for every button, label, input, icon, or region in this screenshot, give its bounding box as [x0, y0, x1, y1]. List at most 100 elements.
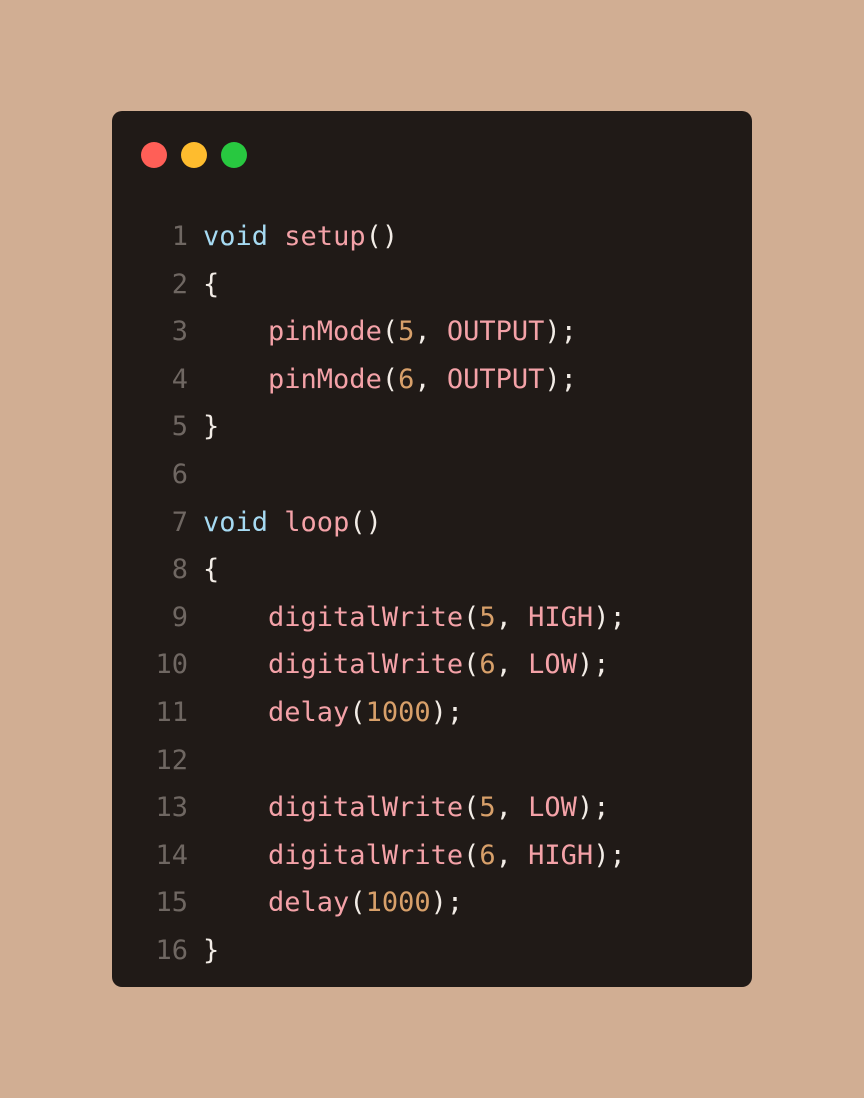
line-code: delay(1000);: [203, 689, 463, 737]
maximize-dot-icon[interactable]: [221, 142, 247, 168]
line-code: {: [203, 261, 219, 309]
code-token-constant: HIGH: [528, 601, 594, 633]
code-token-punctuation: (: [381, 363, 399, 395]
code-token-punctuation: [203, 364, 268, 395]
code-token-punctuation: (: [349, 887, 366, 919]
code-token-function: pinMode: [268, 363, 382, 395]
line-code: {: [203, 546, 219, 594]
line-code: void loop(): [203, 499, 382, 547]
code-token-punctuation: );: [544, 316, 577, 348]
code-line: 2{: [112, 261, 752, 309]
code-token-punctuation: );: [430, 696, 464, 728]
line-number: 14: [155, 839, 188, 871]
code-line: 10 digitalWrite(6, LOW);: [112, 641, 752, 689]
code-token-constant: LOW: [528, 792, 577, 824]
code-token-keyword: void: [203, 506, 269, 538]
code-line: 12: [112, 737, 752, 785]
code-token-punctuation: [203, 649, 268, 680]
code-token-punctuation: [203, 887, 268, 918]
line-number: 4: [171, 363, 188, 395]
code-line: 6: [112, 451, 752, 499]
code-line: 8{: [112, 546, 752, 594]
line-code: digitalWrite(6, HIGH);: [203, 832, 626, 880]
code-token-punctuation: );: [576, 792, 610, 824]
code-token-number: 5: [479, 601, 496, 633]
code-token-punctuation: );: [593, 839, 626, 871]
code-token-punctuation: (: [463, 839, 480, 871]
line-number: 15: [155, 887, 188, 919]
code-line: 16}: [112, 927, 752, 975]
code-token-function: pinMode: [268, 316, 382, 348]
window-controls: [141, 142, 247, 168]
code-token-punctuation: ,: [495, 792, 529, 824]
code-token-function: setup: [284, 221, 366, 252]
code-line: 7 void loop(): [112, 499, 752, 547]
line-code: pinMode(6, OUTPUT);: [203, 356, 577, 404]
code-line: 13 digitalWrite(5, LOW);: [112, 784, 752, 832]
line-code: digitalWrite(5, LOW);: [203, 784, 609, 832]
line-number: 5: [171, 411, 188, 443]
line-code: pinMode(5, OUTPUT);: [203, 308, 577, 356]
code-token-number: 5: [479, 792, 496, 824]
code-line: 15 delay(1000);: [112, 879, 752, 927]
code-token-number: 1000: [365, 696, 431, 728]
code-token-punctuation: [203, 316, 268, 347]
code-token-punctuation: ,: [495, 839, 529, 871]
line-code: void setup(): [203, 213, 398, 261]
code-token-constant: LOW: [528, 649, 577, 681]
code-line: 1 void setup(): [112, 213, 752, 261]
line-number: 3: [171, 316, 188, 348]
code-line: 9 digitalWrite(5, HIGH);: [112, 594, 752, 642]
code-token-punctuation: (: [463, 649, 480, 681]
code-token-punctuation: );: [544, 363, 577, 395]
line-number: 6: [171, 458, 188, 490]
code-token-punctuation: (): [349, 506, 382, 538]
line-number: 7: [171, 506, 188, 538]
code-token-function: digitalWrite: [268, 792, 464, 824]
code-token-keyword: void: [203, 221, 269, 252]
code-line: 5}: [112, 403, 752, 451]
line-code: delay(1000);: [203, 879, 463, 927]
code-token-punctuation: }: [203, 934, 220, 966]
code-token-punctuation: ,: [414, 316, 447, 348]
code-token-function: loop: [284, 506, 350, 538]
code-line: 3 pinMode(5, OUTPUT);: [112, 308, 752, 356]
line-number: 8: [171, 554, 188, 586]
line-number: 11: [155, 696, 188, 728]
code-window: 1 void setup() 2{3 pinMode(5, OUTPUT); 4 pi…: [112, 111, 752, 987]
code-token-punctuation: [268, 221, 284, 252]
code-token-punctuation: );: [593, 601, 626, 633]
code-token-number: 1000: [365, 887, 431, 919]
code-token-punctuation: ,: [495, 601, 529, 633]
code-token-punctuation: );: [576, 649, 610, 681]
code-token-punctuation: [203, 840, 268, 871]
code-token-number: 6: [479, 839, 496, 871]
code-token-punctuation: [203, 602, 268, 633]
line-code: }: [203, 403, 219, 451]
line-number: 13: [155, 792, 188, 824]
code-token-punctuation: ,: [414, 363, 447, 395]
close-dot-icon[interactable]: [141, 142, 167, 168]
line-number: 2: [171, 268, 188, 300]
code-token-punctuation: (: [463, 792, 480, 824]
code-token-number: 5: [398, 316, 415, 348]
line-code: digitalWrite(5, HIGH);: [203, 594, 626, 642]
code-token-function: digitalWrite: [268, 649, 464, 681]
code-token-constant: OUTPUT: [446, 316, 545, 348]
code-token-function: digitalWrite: [268, 601, 464, 633]
line-number: 1: [171, 221, 188, 252]
minimize-dot-icon[interactable]: [181, 142, 207, 168]
code-token-punctuation: ,: [495, 649, 529, 681]
code-token-function: delay: [268, 887, 350, 919]
code-token-punctuation: [268, 507, 284, 538]
code-token-punctuation: }: [203, 411, 220, 443]
line-number: 10: [155, 649, 188, 681]
code-block: 1 void setup() 2{3 pinMode(5, OUTPUT); 4 pi…: [112, 213, 752, 975]
line-number: 12: [155, 744, 188, 776]
code-token-number: 6: [479, 649, 496, 681]
code-token-number: 6: [398, 363, 415, 395]
code-line: 11 delay(1000);: [112, 689, 752, 737]
code-token-constant: HIGH: [528, 839, 594, 871]
line-number: 9: [171, 601, 188, 633]
code-line: 4 pinMode(6, OUTPUT);: [112, 356, 752, 404]
